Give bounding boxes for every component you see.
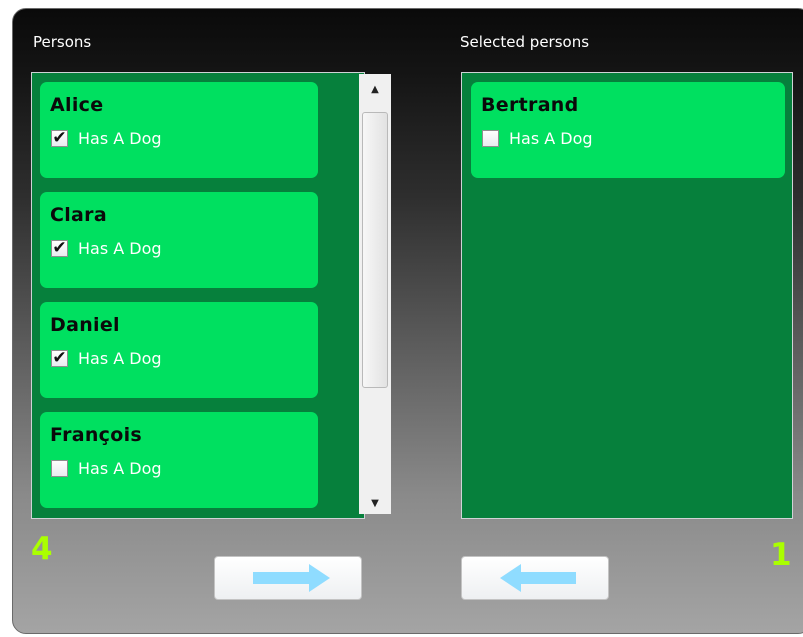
has-dog-label: Has A Dog xyxy=(78,239,162,258)
checkmark-icon: ✔ xyxy=(52,238,67,258)
person-name: François xyxy=(50,424,143,446)
person-name: Alice xyxy=(50,94,104,116)
person-card[interactable]: Alice ✔ Has A Dog xyxy=(40,82,318,178)
has-dog-checkbox[interactable]: ✔ xyxy=(51,350,68,367)
has-dog-checkbox[interactable]: ✔ xyxy=(51,240,68,257)
person-name: Clara xyxy=(50,204,107,226)
selected-persons-count: 1 xyxy=(770,537,792,573)
person-card[interactable]: François Has A Dog xyxy=(40,412,318,508)
scroll-thumb[interactable] xyxy=(362,112,388,388)
person-name: Daniel xyxy=(50,314,120,336)
persons-list[interactable]: Alice ✔ Has A Dog Clara ✔ Has A Dog Dani… xyxy=(31,72,391,519)
checkmark-icon: ✔ xyxy=(52,348,67,368)
person-card[interactable]: Clara ✔ Has A Dog xyxy=(40,192,318,288)
has-dog-label: Has A Dog xyxy=(509,129,593,148)
has-dog-label: Has A Dog xyxy=(78,129,162,148)
checkmark-icon: ✔ xyxy=(52,128,67,148)
move-right-button[interactable] xyxy=(214,556,362,600)
has-dog-label: Has A Dog xyxy=(78,349,162,368)
has-dog-checkbox[interactable]: ✔ xyxy=(51,130,68,147)
scroll-up-icon[interactable]: ▲ xyxy=(359,78,391,100)
persons-count: 4 xyxy=(31,531,53,567)
has-dog-checkbox[interactable] xyxy=(51,460,68,477)
person-card[interactable]: Daniel ✔ Has A Dog xyxy=(40,302,318,398)
main-window: Persons Selected persons Alice ✔ Has A D… xyxy=(12,8,803,634)
selected-persons-title: Selected persons xyxy=(460,33,590,51)
vertical-scrollbar[interactable]: ▲ ▼ xyxy=(359,74,391,514)
scroll-down-icon[interactable]: ▼ xyxy=(359,492,391,514)
arrow-left-icon xyxy=(500,564,576,592)
selected-persons-list[interactable]: Bertrand Has A Dog xyxy=(461,72,793,519)
has-dog-checkbox[interactable] xyxy=(482,130,499,147)
has-dog-label: Has A Dog xyxy=(78,459,162,478)
selected-person-card[interactable]: Bertrand Has A Dog xyxy=(471,82,785,178)
move-left-button[interactable] xyxy=(461,556,609,600)
person-name: Bertrand xyxy=(481,94,579,116)
persons-title: Persons xyxy=(33,33,92,51)
arrow-right-icon xyxy=(253,564,330,592)
